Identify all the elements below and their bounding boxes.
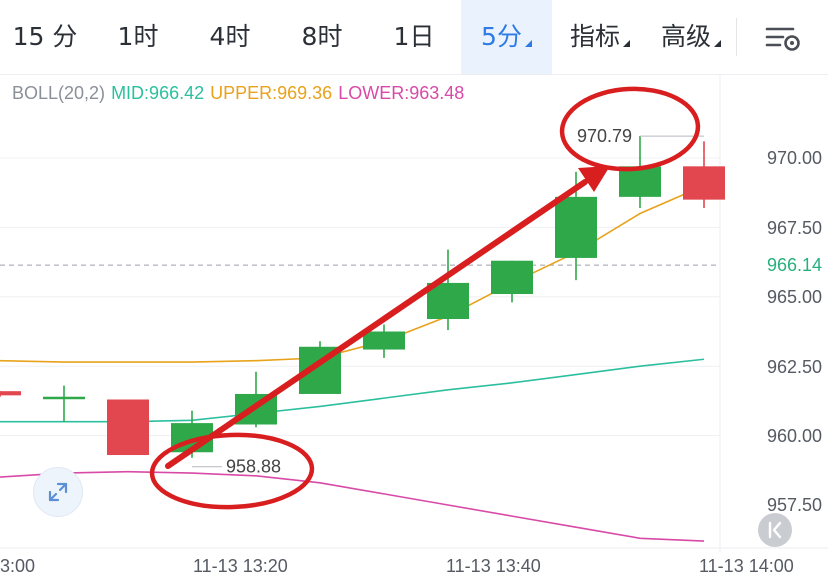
tab-8hour[interactable]: 8时	[276, 0, 368, 74]
current-price-tag: 966.14	[721, 250, 828, 280]
chart-settings-icon	[765, 27, 800, 51]
dropdown-triangle-icon	[623, 40, 630, 47]
price-axis-label: 967.50	[766, 218, 822, 238]
low-price-label: 958.88	[226, 457, 281, 477]
boll-lower-line	[0, 470, 705, 542]
expand-chart-button[interactable]	[33, 467, 83, 517]
dropdown-triangle-icon	[524, 40, 532, 47]
dropdown-triangle-icon	[714, 40, 721, 47]
candle-body-up	[491, 260, 533, 295]
price-axis-label: 965.00	[766, 287, 822, 307]
candle-body-down	[0, 391, 21, 396]
boll-mid-line	[0, 358, 705, 423]
boll-upper-line	[0, 185, 705, 363]
markup-arrow-shaft	[165, 179, 588, 469]
time-axis-label: 3:00	[0, 556, 36, 576]
tab-advanced[interactable]: 高级	[646, 0, 736, 74]
time-axis-label: 11-13 14:00	[699, 556, 794, 576]
tab-5min[interactable]: 5分	[461, 0, 552, 74]
tab-1hour[interactable]: 1时	[92, 0, 184, 74]
price-axis-label: 960.00	[766, 426, 822, 446]
time-axis-label: 11-13 13:40	[446, 556, 541, 576]
tab-1day[interactable]: 1日	[368, 0, 460, 74]
price-axis-label: 957.50	[766, 495, 822, 515]
timeframe-tab-bar: 15 分 1时 4时 8时 1日 5分 指标 高级	[0, 0, 828, 75]
collapse-left-button[interactable]	[758, 513, 792, 547]
high-price-label: 970.79	[577, 126, 632, 146]
candle-body-up	[43, 396, 85, 400]
expand-icon	[48, 482, 68, 502]
candlestick-chart[interactable]: 970.79 958.88	[0, 74, 828, 554]
price-axis-label: 962.50	[766, 357, 822, 377]
collapse-left-icon	[768, 521, 782, 539]
tab-divider	[736, 18, 737, 56]
candle-body-down	[683, 166, 725, 200]
chart-settings-button[interactable]	[750, 16, 814, 58]
candle-body-up	[555, 196, 597, 258]
time-axis-label: 11-13 13:20	[193, 556, 288, 576]
candle-body-up	[363, 331, 405, 350]
candle-body-down	[107, 399, 149, 456]
tab-15min[interactable]: 15 分	[0, 0, 90, 74]
tab-indicators[interactable]: 指标	[556, 0, 644, 74]
markup-arrow-head	[578, 166, 610, 192]
price-axis-label: 970.00	[766, 148, 822, 168]
tab-4hour[interactable]: 4时	[184, 0, 276, 74]
